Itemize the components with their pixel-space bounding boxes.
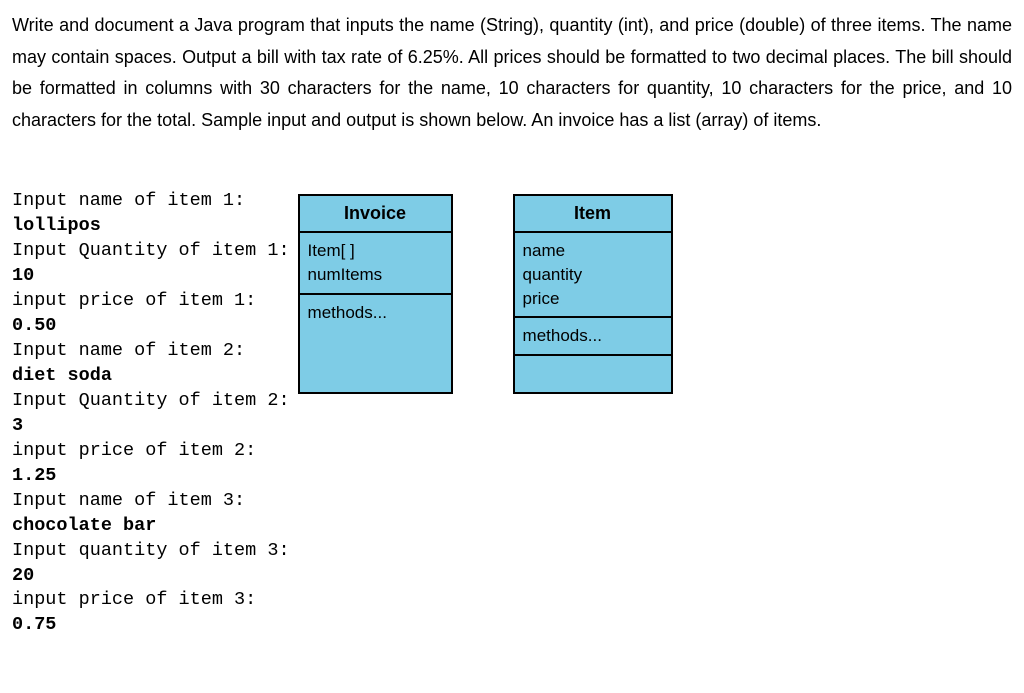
uml-invoice-attributes: Item[ ] numItems (300, 233, 451, 295)
prompt-price-2: input price of item 2: (12, 440, 256, 461)
uml-invoice-title: Invoice (300, 196, 451, 233)
problem-instructions: Write and document a Java program that i… (12, 10, 1012, 136)
input-price-2: 1.25 (12, 465, 56, 486)
input-qty-2: 3 (12, 415, 23, 436)
uml-item-box: Item name quantity price methods... (513, 194, 673, 394)
input-qty-3: 20 (12, 565, 34, 586)
uml-item-attr-3: price (523, 287, 663, 311)
prompt-price-3: input price of item 3: (12, 589, 256, 610)
prompt-qty-1: Input Quantity of item 1: (12, 240, 290, 261)
uml-invoice-box: Invoice Item[ ] numItems methods... (298, 194, 453, 394)
uml-item-attributes: name quantity price (515, 233, 671, 318)
input-name-2: diet soda (12, 365, 112, 386)
uml-item-attr-1: name (523, 239, 663, 263)
input-name-3: chocolate bar (12, 515, 156, 536)
uml-invoice-attr-2: numItems (308, 263, 443, 287)
input-price-3: 0.75 (12, 614, 56, 635)
prompt-price-1: input price of item 1: (12, 290, 256, 311)
uml-item-title: Item (515, 196, 671, 233)
prompt-qty-2: Input Quantity of item 2: (12, 390, 290, 411)
uml-invoice-methods: methods... (300, 295, 451, 331)
sample-io-block: Input name of item 1: lollipos Input Qua… (12, 164, 290, 638)
uml-invoice-attr-1: Item[ ] (308, 239, 443, 263)
prompt-name-1: Input name of item 1: (12, 190, 245, 211)
uml-item-empty-section (515, 356, 671, 392)
content-area: Input name of item 1: lollipos Input Qua… (12, 164, 1012, 638)
prompt-name-2: Input name of item 2: (12, 340, 245, 361)
uml-item-methods: methods... (515, 318, 671, 356)
prompt-name-3: Input name of item 3: (12, 490, 245, 511)
uml-diagrams: Invoice Item[ ] numItems methods... Item… (298, 194, 673, 394)
input-price-1: 0.50 (12, 315, 56, 336)
input-qty-1: 10 (12, 265, 34, 286)
input-name-1: lollipos (12, 215, 101, 236)
uml-item-attr-2: quantity (523, 263, 663, 287)
prompt-qty-3: Input quantity of item 3: (12, 540, 290, 561)
